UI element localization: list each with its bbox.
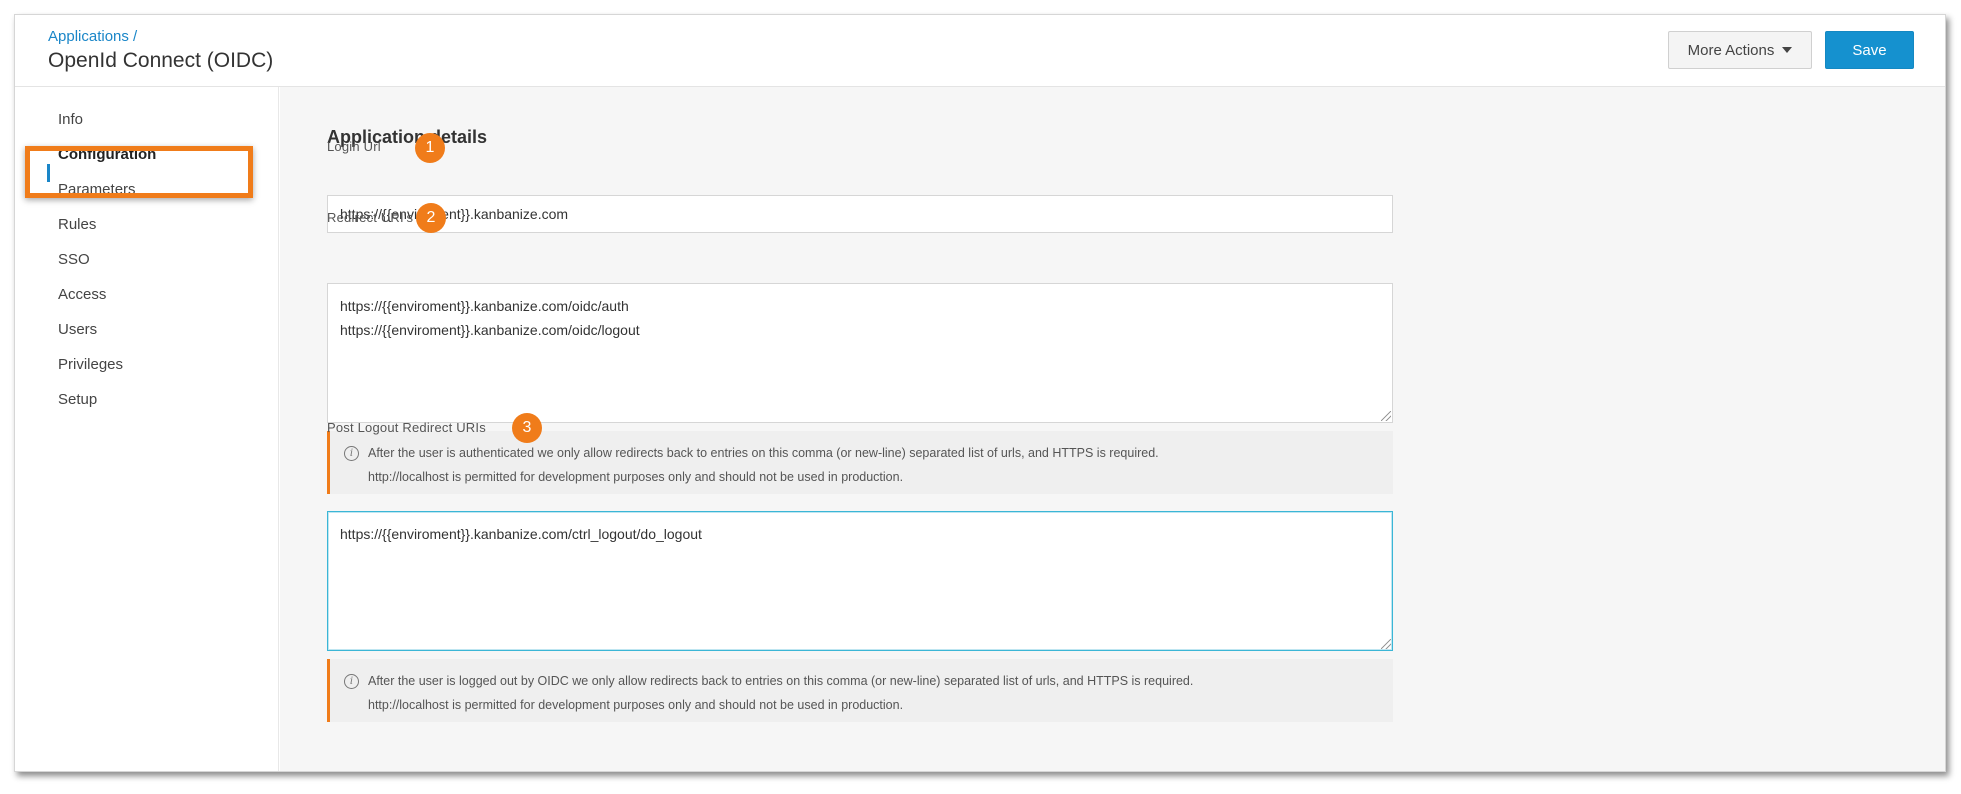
- sidebar-item-sso[interactable]: SSO: [58, 251, 90, 268]
- login-url-input[interactable]: [327, 195, 1393, 233]
- redirect-note-line1: After the user is authenticated we only …: [368, 446, 1159, 460]
- post-logout-uris-label: Post Logout Redirect URIs: [327, 420, 486, 435]
- resize-grip-icon[interactable]: [1381, 639, 1391, 649]
- post-logout-uris-textarea[interactable]: [327, 511, 1393, 651]
- sidebar-item-privileges[interactable]: Privileges: [58, 356, 123, 373]
- sidebar-item-users[interactable]: Users: [58, 321, 97, 338]
- more-actions-button[interactable]: More Actions: [1668, 31, 1812, 69]
- page-title: OpenId Connect (OIDC): [48, 49, 274, 72]
- info-icon: i: [344, 446, 359, 461]
- more-actions-label: More Actions: [1687, 41, 1775, 59]
- caret-down-icon: [1782, 47, 1793, 53]
- redirect-uris-info-note: i After the user is authenticated we onl…: [327, 431, 1393, 494]
- breadcrumb[interactable]: Applications /: [48, 28, 137, 45]
- post-logout-note-line2: http://localhost is permitted for develo…: [368, 698, 904, 712]
- sidebar-item-info[interactable]: Info: [58, 111, 83, 128]
- post-logout-note-line1: After the user is logged out by OIDC we …: [368, 674, 1194, 688]
- page-header: Applications / OpenId Connect (OIDC) Mor…: [15, 15, 1945, 87]
- step-badge-3: 3: [512, 413, 542, 443]
- sidebar-item-setup[interactable]: Setup: [58, 391, 97, 408]
- save-button[interactable]: Save: [1825, 31, 1914, 69]
- redirect-note-line2: http://localhost is permitted for develo…: [368, 470, 904, 484]
- sidebar-item-rules[interactable]: Rules: [58, 216, 96, 233]
- info-icon: i: [344, 674, 359, 689]
- app-window: Applications / OpenId Connect (OIDC) Mor…: [14, 14, 1946, 772]
- step-badge-1: 1: [415, 133, 445, 163]
- login-url-label: Login Url: [327, 139, 381, 154]
- main-content: Application details Login Url 1 Redirect…: [280, 87, 1945, 771]
- redirect-uris-label: Redirect URI's: [327, 210, 414, 225]
- post-logout-info-note: i After the user is logged out by OIDC w…: [327, 659, 1393, 722]
- resize-grip-icon[interactable]: [1381, 411, 1391, 421]
- step-badge-2: 2: [416, 203, 446, 233]
- configuration-highlight-box: [25, 146, 253, 198]
- sidebar-item-access[interactable]: Access: [58, 286, 106, 303]
- redirect-uris-textarea[interactable]: [327, 283, 1393, 423]
